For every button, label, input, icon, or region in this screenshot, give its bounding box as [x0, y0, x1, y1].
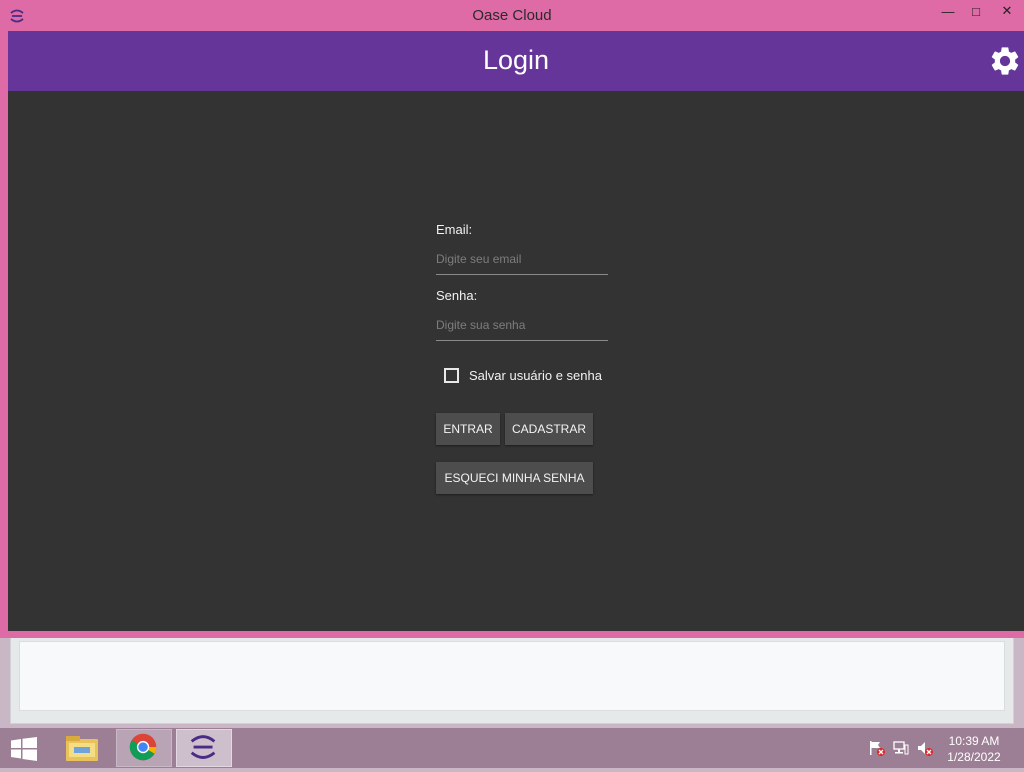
taskbar-file-explorer[interactable] — [54, 729, 110, 767]
taskbar-chrome[interactable] — [116, 729, 172, 767]
remember-credentials[interactable]: Salvar usuário e senha — [444, 368, 602, 383]
email-field[interactable] — [436, 244, 608, 275]
forgot-password-button[interactable]: ESQUECI MINHA SENHA — [436, 462, 593, 494]
login-button[interactable]: ENTRAR — [436, 413, 500, 445]
app-header: Login — [8, 31, 1024, 91]
page-title: Login — [482, 45, 550, 75]
clock[interactable]: 10:39 AM 1/28/2022 — [944, 733, 1004, 765]
gear-icon[interactable] — [988, 44, 1022, 78]
password-field[interactable] — [436, 310, 608, 341]
minimize-button[interactable]: — — [934, 0, 962, 22]
background-window-content — [19, 641, 1005, 711]
title-bar[interactable]: Oase Cloud — □ ✕ — [0, 0, 1024, 31]
taskbar-oase-cloud[interactable] — [176, 729, 232, 767]
taskbar: 10:39 AM 1/28/2022 — [0, 728, 1024, 768]
app-content: Login Email: Senha: Salvar usuário e sen… — [8, 31, 1024, 631]
close-button[interactable]: ✕ — [990, 0, 1024, 22]
oase-cloud-icon — [190, 735, 216, 759]
clock-time: 10:39 AM — [948, 734, 1000, 748]
email-label: Email: — [436, 222, 473, 237]
network-icon[interactable] — [892, 740, 910, 756]
volume-muted-icon[interactable] — [916, 740, 934, 756]
window-controls: — □ ✕ — [934, 0, 1024, 22]
system-tray: 10:39 AM 1/28/2022 — [854, 728, 1014, 768]
remember-checkbox-label[interactable]: Salvar usuário e senha — [469, 368, 602, 383]
chrome-icon — [129, 733, 157, 761]
background-window — [10, 636, 1014, 724]
action-center-flag-icon[interactable] — [868, 740, 886, 756]
password-label: Senha: — [436, 288, 478, 303]
window-title: Oase Cloud — [472, 7, 552, 24]
clock-date: 1/28/2022 — [947, 750, 1001, 764]
register-button[interactable]: CADASTRAR — [505, 413, 593, 445]
app-window: Oase Cloud — □ ✕ Login Email: Senha: Sal… — [0, 0, 1024, 638]
remember-checkbox[interactable] — [444, 368, 459, 383]
file-explorer-icon — [66, 736, 98, 761]
maximize-button[interactable]: □ — [962, 0, 990, 22]
windows-start-icon[interactable] — [10, 737, 38, 761]
